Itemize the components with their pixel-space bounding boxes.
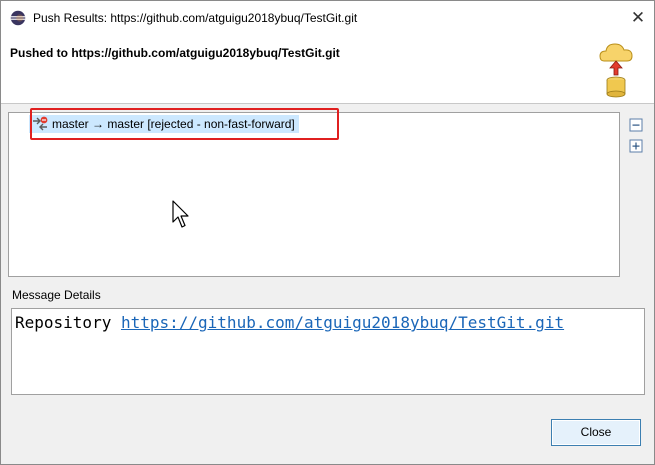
eclipse-app-icon bbox=[10, 10, 26, 26]
dialog-banner: Pushed to https://github.com/atguigu2018… bbox=[1, 35, 654, 104]
mouse-pointer-icon bbox=[172, 200, 189, 228]
window-close-button[interactable]: ✕ bbox=[625, 5, 651, 31]
message-line: Repository https://github.com/atguigu201… bbox=[15, 313, 564, 332]
expand-all-icon[interactable] bbox=[629, 139, 643, 153]
push-results-dialog: Push Results: https://github.com/atguigu… bbox=[0, 0, 655, 465]
push-cloud-database-icon bbox=[599, 43, 633, 98]
banner-heading: Pushed to https://github.com/atguigu2018… bbox=[10, 46, 340, 60]
message-prefix: Repository bbox=[15, 313, 121, 332]
annotation-highlight bbox=[30, 108, 339, 140]
title-bar: Push Results: https://github.com/atguigu… bbox=[1, 1, 654, 35]
close-button[interactable]: Close bbox=[551, 419, 641, 446]
collapse-all-icon[interactable] bbox=[629, 118, 643, 132]
window-title: Push Results: https://github.com/atguigu… bbox=[33, 11, 358, 25]
message-details-label: Message Details bbox=[12, 288, 101, 302]
repository-link[interactable]: https://github.com/atguigu2018ybuq/TestG… bbox=[121, 313, 564, 332]
close-icon: ✕ bbox=[630, 8, 646, 28]
message-details-text[interactable]: Repository https://github.com/atguigu201… bbox=[11, 308, 645, 395]
